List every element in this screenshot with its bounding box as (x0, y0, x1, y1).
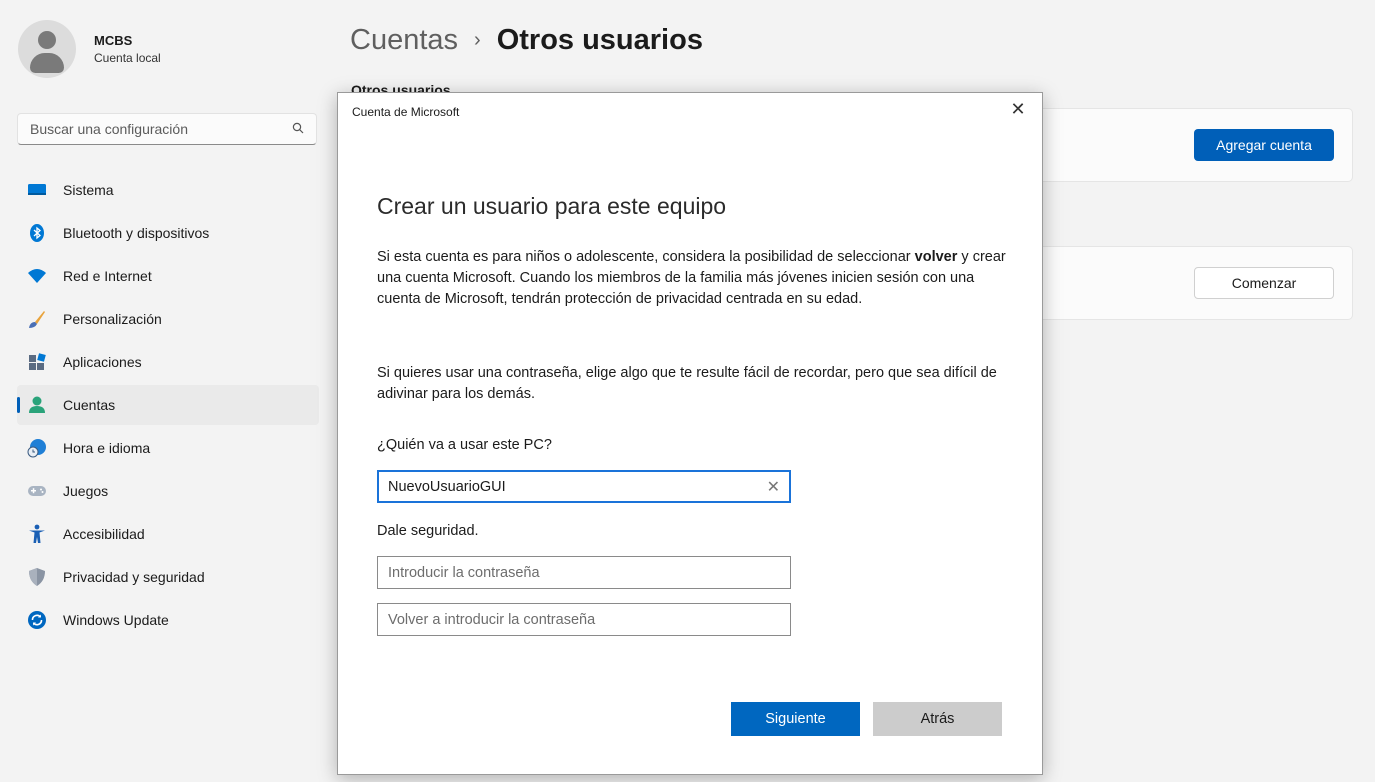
back-button[interactable]: Atrás (873, 702, 1002, 736)
accessibility-icon (27, 524, 47, 544)
sidebar-item-juegos[interactable]: Juegos (17, 471, 319, 511)
user-profile[interactable]: MCBS Cuenta local (18, 20, 161, 78)
sidebar-item-label: Aplicaciones (63, 354, 142, 370)
password-confirm-placeholder: Volver a introducir la contraseña (388, 611, 596, 628)
bluetooth-icon (27, 223, 47, 243)
sidebar-item-label: Bluetooth y dispositivos (63, 225, 210, 241)
clear-icon[interactable]: ✕ (767, 477, 780, 497)
shield-icon (27, 567, 47, 587)
username-input[interactable]: NuevoUsuarioGUI ✕ (377, 470, 791, 503)
password-confirm-input[interactable]: Volver a introducir la contraseña (377, 603, 791, 636)
microsoft-account-dialog: Cuenta de Microsoft ✕ Crear un usuario p… (337, 92, 1043, 775)
sidebar-item-label: Windows Update (63, 612, 169, 628)
update-icon (27, 610, 47, 630)
sidebar-item-label: Juegos (63, 483, 109, 499)
sidebar-item-label: Cuentas (63, 397, 116, 413)
sidebar-item-hora[interactable]: Hora e idioma (17, 428, 319, 468)
dialog-password-hint: Si quieres usar una contraseña, elige al… (377, 365, 997, 402)
add-account-button[interactable]: Agregar cuenta (1194, 129, 1334, 161)
sidebar-item-label: Red e Internet (63, 268, 152, 284)
sidebar-item-privacidad[interactable]: Privacidad y seguridad (17, 557, 319, 597)
sidebar-item-label: Accesibilidad (63, 526, 145, 542)
volver-link-text: volver (914, 249, 958, 265)
start-button[interactable]: Comenzar (1194, 267, 1334, 299)
sidebar-item-label: Personalización (63, 311, 162, 327)
security-label: Dale seguridad. (377, 523, 479, 539)
sidebar-item-red[interactable]: Red e Internet (17, 256, 319, 296)
globe-clock-icon (27, 438, 47, 458)
sidebar-item-bluetooth[interactable]: Bluetooth y dispositivos (17, 213, 319, 253)
gamepad-icon (27, 481, 47, 501)
username-value: NuevoUsuarioGUI (388, 478, 506, 495)
dialog-title: Cuenta de Microsoft (352, 105, 460, 119)
close-icon[interactable]: ✕ (1006, 99, 1030, 120)
wifi-icon (27, 266, 47, 286)
kiosk-card: Comenzar (1030, 246, 1353, 320)
sidebar-item-personalizacion[interactable]: Personalización (17, 299, 319, 339)
sidebar-nav: Sistema Bluetooth y dispositivos Red e I… (17, 170, 319, 643)
settings-search-input[interactable]: Buscar una configuración (17, 113, 317, 145)
account-icon (27, 395, 47, 415)
brush-icon (27, 309, 47, 329)
sidebar-item-windows-update[interactable]: Windows Update (17, 600, 319, 640)
breadcrumb: Cuentas › Otros usuarios (350, 24, 703, 57)
password-input[interactable]: Introducir la contraseña (377, 556, 791, 589)
profile-name: MCBS (94, 33, 133, 48)
sidebar-item-label: Privacidad y seguridad (63, 569, 205, 585)
page-title: Otros usuarios (496, 24, 703, 56)
sidebar-item-cuentas[interactable]: Cuentas (17, 385, 319, 425)
avatar (18, 20, 76, 78)
sidebar-item-label: Hora e idioma (63, 440, 151, 456)
sidebar-item-accesibilidad[interactable]: Accesibilidad (17, 514, 319, 554)
password-placeholder: Introducir la contraseña (388, 564, 540, 581)
add-account-card: Agregar cuenta (1030, 108, 1353, 182)
dialog-info-paragraph: Si esta cuenta es para niños o adolescen… (377, 249, 1006, 307)
search-placeholder: Buscar una configuración (30, 121, 188, 137)
apps-icon (27, 352, 47, 372)
dialog-heading: Crear un usuario para este equipo (377, 193, 727, 219)
profile-subtitle: Cuenta local (94, 51, 161, 65)
chevron-right-icon: › (474, 29, 481, 51)
sidebar-item-aplicaciones[interactable]: Aplicaciones (17, 342, 319, 382)
sidebar-item-sistema[interactable]: Sistema (17, 170, 319, 210)
breadcrumb-parent[interactable]: Cuentas (350, 24, 458, 57)
username-label: ¿Quién va a usar este PC? (377, 437, 552, 453)
system-icon (27, 180, 47, 200)
search-icon[interactable] (292, 122, 304, 137)
next-button[interactable]: Siguiente (731, 702, 860, 736)
sidebar-item-label: Sistema (63, 182, 114, 198)
